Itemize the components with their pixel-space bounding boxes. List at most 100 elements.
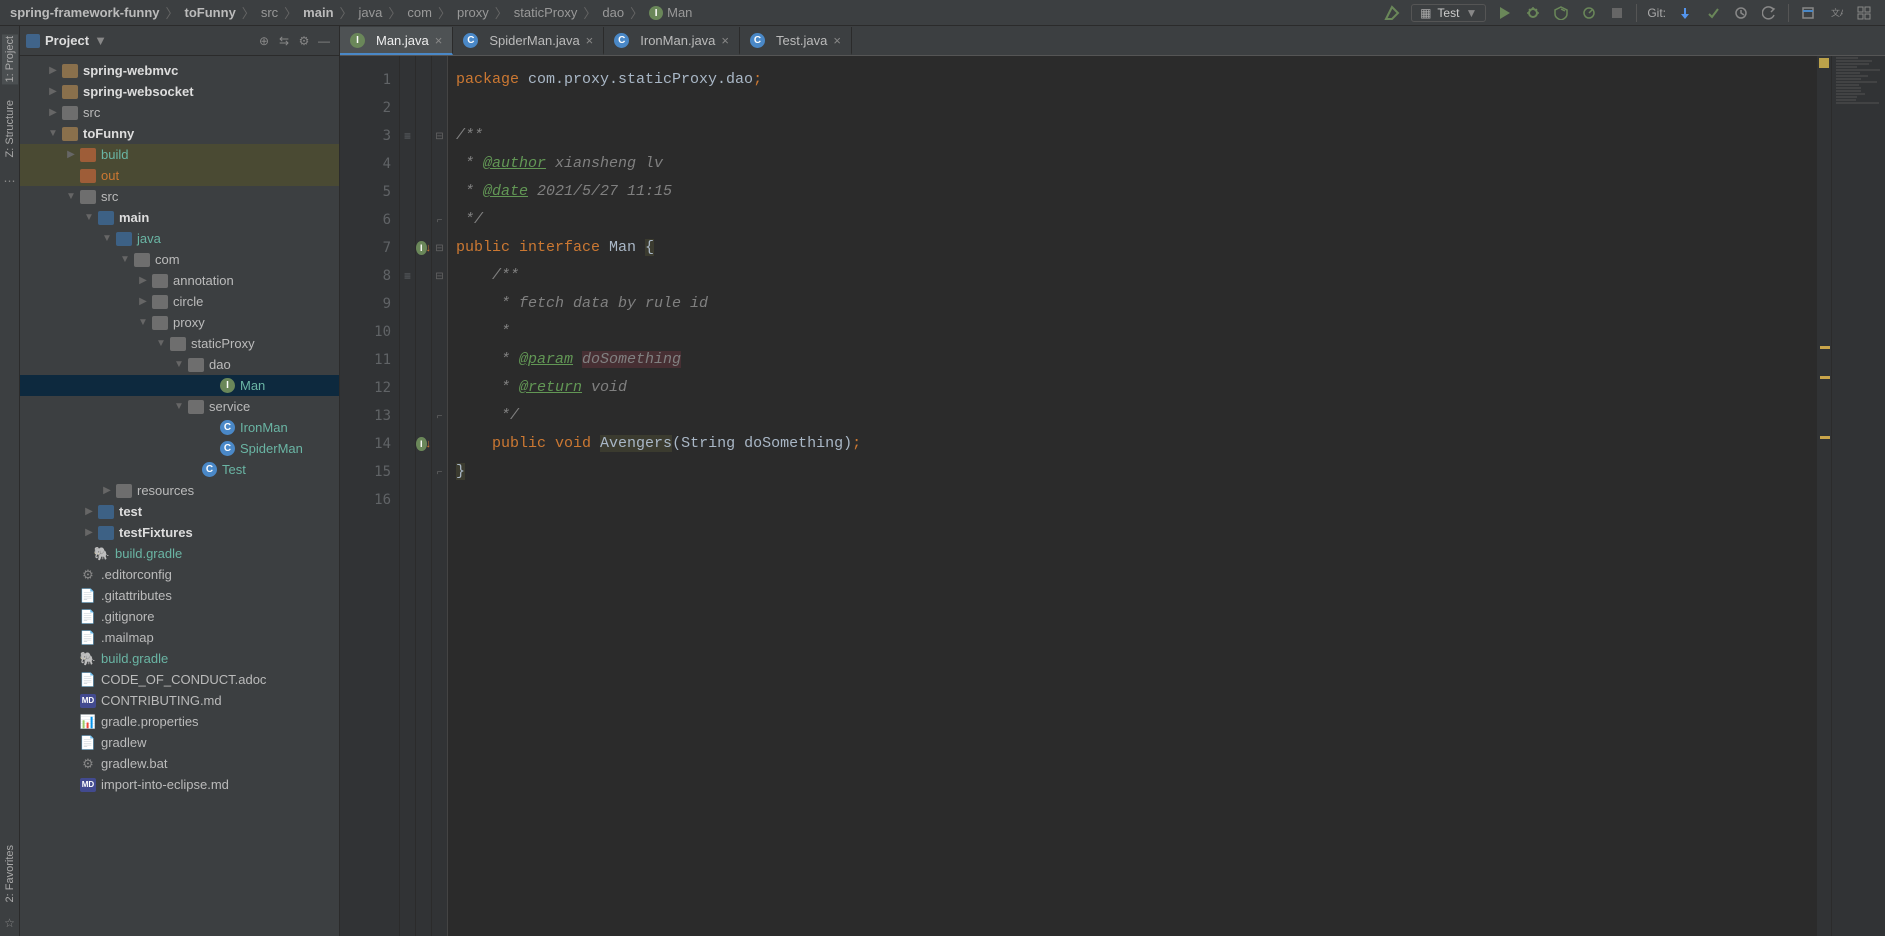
tree-item[interactable]: ⚙.editorconfig [20,564,339,585]
tree-item[interactable]: ▶test [20,501,339,522]
code-line[interactable]: * @return void [456,374,1809,402]
code-line[interactable]: public void Avengers(String doSomething)… [456,430,1809,458]
fold-toggle[interactable] [432,150,447,178]
line-number[interactable]: 11 [340,346,391,374]
expand-toggle[interactable]: ▼ [174,359,184,370]
tree-item[interactable]: CSpiderMan [20,438,339,459]
fold-toggle[interactable]: ⌐ [432,206,447,234]
expand-toggle[interactable]: ▶ [66,149,76,160]
line-number[interactable]: 4 [340,150,391,178]
code-line[interactable]: /** [456,122,1809,150]
tree-item[interactable]: MDimport-into-eclipse.md [20,774,339,795]
code-line[interactable]: package com.proxy.staticProxy.dao; [456,66,1809,94]
expand-toggle[interactable]: ▼ [84,212,94,223]
debug-icon[interactable] [1524,4,1542,22]
code-line[interactable]: */ [456,206,1809,234]
expand-toggle[interactable]: ▼ [120,254,130,265]
breadcrumb-item[interactable]: com [405,5,434,20]
search-everywhere-icon[interactable] [1855,4,1873,22]
tree-item[interactable]: 🐘build.gradle [20,648,339,669]
line-number[interactable]: 1 [340,66,391,94]
breadcrumb-item[interactable]: spring-framework-funny [8,5,162,20]
run-icon[interactable] [1496,4,1514,22]
code-line[interactable]: * @param doSomething [456,346,1809,374]
line-number[interactable]: 8 [340,262,391,290]
tree-item[interactable]: ▶resources [20,480,339,501]
line-number[interactable]: 3 [340,122,391,150]
tree-item[interactable]: ▶spring-websocket [20,81,339,102]
line-number[interactable]: 5 [340,178,391,206]
tree-item[interactable]: IMan [20,375,339,396]
fold-toggle[interactable]: ⊟ [432,234,447,262]
code-editor[interactable]: package com.proxy.staticProxy.dao; /** * … [448,56,1817,936]
fold-toggle[interactable]: ⊟ [432,122,447,150]
breadcrumb-item[interactable]: staticProxy [512,5,580,20]
tree-item[interactable]: 📄.gitignore [20,606,339,627]
translate-icon[interactable]: 文A [1827,4,1845,22]
code-line[interactable] [456,94,1809,122]
tree-item[interactable]: ▶src [20,102,339,123]
expand-toggle[interactable]: ▶ [84,527,94,538]
fold-toggle[interactable] [432,318,447,346]
line-number[interactable]: 13 [340,402,391,430]
expand-toggle[interactable]: ▶ [138,296,148,307]
tool-tab-project[interactable]: 1: Project [2,34,18,84]
tree-item[interactable]: out [20,165,339,186]
code-line[interactable]: } [456,458,1809,486]
code-line[interactable]: */ [456,402,1809,430]
expand-toggle[interactable]: ▼ [174,401,184,412]
code-line[interactable]: * @date 2021/5/27 11:15 [456,178,1809,206]
code-line[interactable]: * @author xiansheng lv [456,150,1809,178]
code-line[interactable]: * [456,318,1809,346]
warning-mark[interactable] [1820,436,1830,439]
tree-item[interactable]: ▶testFixtures [20,522,339,543]
expand-toggle[interactable]: ▼ [48,128,58,139]
expand-toggle[interactable]: ▶ [48,65,58,76]
tree-item[interactable]: ▶build [20,144,339,165]
editor-tab[interactable]: IMan.java× [340,27,453,55]
breadcrumb-item[interactable]: java [357,5,385,20]
expand-toggle[interactable]: ▼ [102,233,112,244]
close-icon[interactable]: × [833,33,841,48]
tree-item[interactable]: ▼src [20,186,339,207]
fold-toggle[interactable]: ⌐ [432,458,447,486]
tree-item[interactable]: ▶circle [20,291,339,312]
line-number[interactable]: 12 [340,374,391,402]
fold-toggle[interactable] [432,486,447,514]
ide-settings-icon[interactable] [1799,4,1817,22]
line-number[interactable]: 15 [340,458,391,486]
star-icon[interactable]: ☆ [4,916,15,930]
breadcrumb-item[interactable]: toFunny [183,5,238,20]
tool-tab-favorites[interactable]: 2: Favorites [2,843,18,904]
tree-item[interactable]: ▶annotation [20,270,339,291]
breadcrumb-item[interactable]: src [259,5,280,20]
line-number[interactable]: 2 [340,94,391,122]
expand-toggle[interactable]: ▶ [48,86,58,97]
fold-toggle[interactable] [432,66,447,94]
expand-toggle[interactable]: ▶ [138,275,148,286]
git-commit-icon[interactable] [1704,4,1722,22]
code-line[interactable]: * fetch data by rule id [456,290,1809,318]
tree-item[interactable]: ▼java [20,228,339,249]
tree-item[interactable]: ▼dao [20,354,339,375]
tree-item[interactable]: ▼service [20,396,339,417]
line-number[interactable]: 16 [340,486,391,514]
fold-toggle[interactable]: ⊟ [432,262,447,290]
warning-mark[interactable] [1820,346,1830,349]
expand-toggle[interactable]: ▼ [138,317,148,328]
fold-strip[interactable]: ⊟⌐⊟⊟⌐⌐ [432,56,448,936]
build-icon[interactable] [1383,4,1401,22]
fold-toggle[interactable] [432,178,447,206]
fold-toggle[interactable]: ⌐ [432,402,447,430]
run-config-select[interactable]: ▦Test▼ [1411,4,1486,22]
line-number[interactable]: 14 [340,430,391,458]
project-tree[interactable]: ▶spring-webmvc▶spring-websocket▶src▼toFu… [20,56,339,936]
tree-item[interactable]: 📊gradle.properties [20,711,339,732]
collapse-icon[interactable]: ⇆ [275,32,293,50]
tree-item[interactable]: CTest [20,459,339,480]
hide-icon[interactable]: — [315,32,333,50]
tree-item[interactable]: ▼staticProxy [20,333,339,354]
gear-icon[interactable]: ⚙ [295,32,313,50]
expand-toggle[interactable]: ▶ [48,107,58,118]
tree-item[interactable]: 📄gradlew [20,732,339,753]
